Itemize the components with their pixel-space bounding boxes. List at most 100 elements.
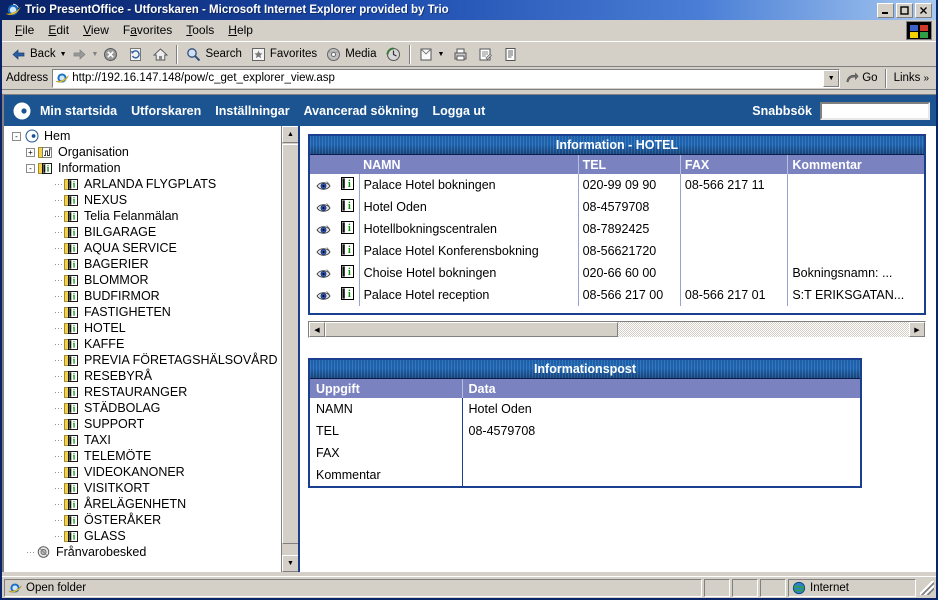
close-button[interactable] <box>915 2 932 18</box>
table-row[interactable]: i Palace Hotel Konferensbokning 08-5662172… <box>310 240 924 262</box>
home-button[interactable] <box>148 43 173 65</box>
tree-item[interactable]: + Organisation <box>12 144 280 160</box>
info-icon[interactable]: i <box>341 199 355 215</box>
row-view-cell[interactable] <box>310 262 337 284</box>
forward-button[interactable] <box>67 43 92 65</box>
menu-help[interactable]: Help <box>221 21 260 39</box>
search-button[interactable]: Search <box>181 43 245 65</box>
row-view-cell[interactable] <box>310 240 337 262</box>
table-row[interactable]: i Palace Hotel reception 08-566 217 00 08-5… <box>310 284 924 306</box>
info-icon[interactable]: i <box>341 177 355 193</box>
col-fax[interactable]: FAX <box>680 155 789 174</box>
tree-item[interactable]: ··· i NEXUS <box>12 192 280 208</box>
menu-edit[interactable]: Edit <box>41 21 76 39</box>
info-icon[interactable]: i <box>341 221 355 237</box>
links-button[interactable]: Links » <box>889 70 934 86</box>
menu-favorites[interactable]: Favorites <box>116 21 179 39</box>
row-info-cell[interactable]: i <box>336 262 360 284</box>
eye-icon[interactable] <box>316 246 331 258</box>
tree-item[interactable]: ··· i Telia Felanmälan <box>12 208 280 224</box>
discuss-button[interactable] <box>498 43 523 65</box>
tree-item[interactable]: ··· i ARLANDA FLYGPLATS <box>12 176 280 192</box>
tree-item[interactable]: - Hem <box>12 128 280 144</box>
eye-icon[interactable] <box>316 290 331 302</box>
tree-item[interactable]: ··· Frånvarobesked <box>12 544 280 560</box>
information-horizontal-scrollbar[interactable]: ◀ ▶ <box>308 321 926 338</box>
tree-item[interactable]: ··· i VISITKORT <box>12 480 280 496</box>
back-dropdown-icon[interactable]: ▼ <box>60 51 67 58</box>
tree-item[interactable]: ··· i HOTEL <box>12 320 280 336</box>
tree-item[interactable]: ··· i SUPPORT <box>12 416 280 432</box>
info-icon[interactable]: i <box>341 265 355 281</box>
hscroll-thumb[interactable] <box>325 322 618 337</box>
tree-item[interactable]: ··· i RESEBYRÅ <box>12 368 280 384</box>
nav-item-min-startsida[interactable]: Min startsida <box>40 104 117 118</box>
tree-item[interactable]: ··· i RESTAURANGER <box>12 384 280 400</box>
eye-icon[interactable] <box>316 202 331 214</box>
tree-item[interactable]: ··· i GLASS <box>12 528 280 544</box>
quicksearch-input[interactable] <box>820 101 930 120</box>
address-combobox[interactable]: http://192.16.147.148/pow/c_get_explorer… <box>52 68 841 88</box>
info-icon[interactable]: i <box>341 243 355 259</box>
eye-icon[interactable] <box>316 268 331 280</box>
favorites-button[interactable]: Favorites <box>246 43 321 65</box>
menu-tools[interactable]: Tools <box>179 21 221 39</box>
tree-collapse-toggle[interactable]: - <box>26 163 35 173</box>
nav-item-avancerad-sokning[interactable]: Avancerad sökning <box>304 104 419 118</box>
tree-item[interactable]: ··· i TAXI <box>12 432 280 448</box>
tree-item[interactable]: - i Information <box>12 160 280 176</box>
tree-item[interactable]: ··· i STÄDBOLAG <box>12 400 280 416</box>
row-info-cell[interactable]: i <box>336 284 360 306</box>
tree-item[interactable]: ··· i BAGERIER <box>12 256 280 272</box>
tree-item[interactable]: ··· i BILGARAGE <box>12 224 280 240</box>
row-info-cell[interactable]: i <box>336 218 360 240</box>
mail-dropdown-icon[interactable]: ▼ <box>438 51 445 58</box>
tree-item[interactable]: ··· i AQUA SERVICE <box>12 240 280 256</box>
eye-icon[interactable] <box>316 180 331 192</box>
hscroll-right-button[interactable]: ▶ <box>909 322 925 337</box>
eye-icon[interactable] <box>316 224 331 236</box>
col-tel[interactable]: TEL <box>578 155 681 174</box>
tree-collapse-toggle[interactable]: - <box>12 131 21 141</box>
info-icon[interactable]: i <box>341 287 355 303</box>
back-button[interactable]: Back <box>6 43 60 65</box>
tree-vertical-scrollbar[interactable]: ▲ ▼ <box>281 126 298 572</box>
stop-button[interactable] <box>98 43 123 65</box>
col-kommentar[interactable]: Kommentar <box>787 155 924 174</box>
nav-item-installningar[interactable]: Inställningar <box>215 104 289 118</box>
tree-item[interactable]: ··· i FASTIGHETEN <box>12 304 280 320</box>
tree-item[interactable]: ··· i BUDFIRMOR <box>12 288 280 304</box>
tree-item[interactable]: ··· i KAFFE <box>12 336 280 352</box>
row-info-cell[interactable]: i <box>336 174 360 196</box>
table-row[interactable]: i Choise Hotel bokningen 020-66 60 00 Bokni… <box>310 262 924 284</box>
row-view-cell[interactable] <box>310 196 337 218</box>
tree-item[interactable]: ··· i PREVIA FÖRETAGSHÄLSOVÅRD <box>12 352 280 368</box>
tree-item[interactable]: ··· i ÖSTERÅKER <box>12 512 280 528</box>
history-button[interactable] <box>381 43 406 65</box>
go-button[interactable]: Go <box>840 69 882 87</box>
nav-item-utforskaren[interactable]: Utforskaren <box>131 104 201 118</box>
tree-scroll-up-button[interactable]: ▲ <box>282 126 298 143</box>
nav-item-logga-ut[interactable]: Logga ut <box>432 104 485 118</box>
address-dropdown-button[interactable]: ▼ <box>823 69 840 87</box>
resize-grip[interactable] <box>920 580 934 595</box>
menu-view[interactable]: View <box>76 21 116 39</box>
hscroll-track[interactable] <box>618 322 909 337</box>
hscroll-left-button[interactable]: ◀ <box>309 322 325 337</box>
table-row[interactable]: i Hotellbokningscentralen 08-7892425 <box>310 218 924 240</box>
col-namn[interactable]: NAMN <box>359 155 579 174</box>
row-view-cell[interactable] <box>310 284 337 306</box>
tree-scroll-thumb[interactable] <box>282 144 298 544</box>
minimize-button[interactable] <box>877 2 894 18</box>
menu-file[interactable]: File <box>8 21 41 39</box>
row-info-cell[interactable]: i <box>336 240 360 262</box>
mail-button[interactable]: ▼ <box>414 43 449 65</box>
maximize-button[interactable] <box>896 2 913 18</box>
tree-item[interactable]: ··· i ÅRELÄGENHETN <box>12 496 280 512</box>
table-row[interactable]: i Palace Hotel bokningen 020-99 09 90 08-56… <box>310 174 924 196</box>
row-view-cell[interactable] <box>310 174 337 196</box>
refresh-button[interactable] <box>123 43 148 65</box>
tree-item[interactable]: ··· i TELEMÖTE <box>12 448 280 464</box>
tree-item[interactable]: ··· i BLOMMOR <box>12 272 280 288</box>
print-button[interactable] <box>448 43 473 65</box>
